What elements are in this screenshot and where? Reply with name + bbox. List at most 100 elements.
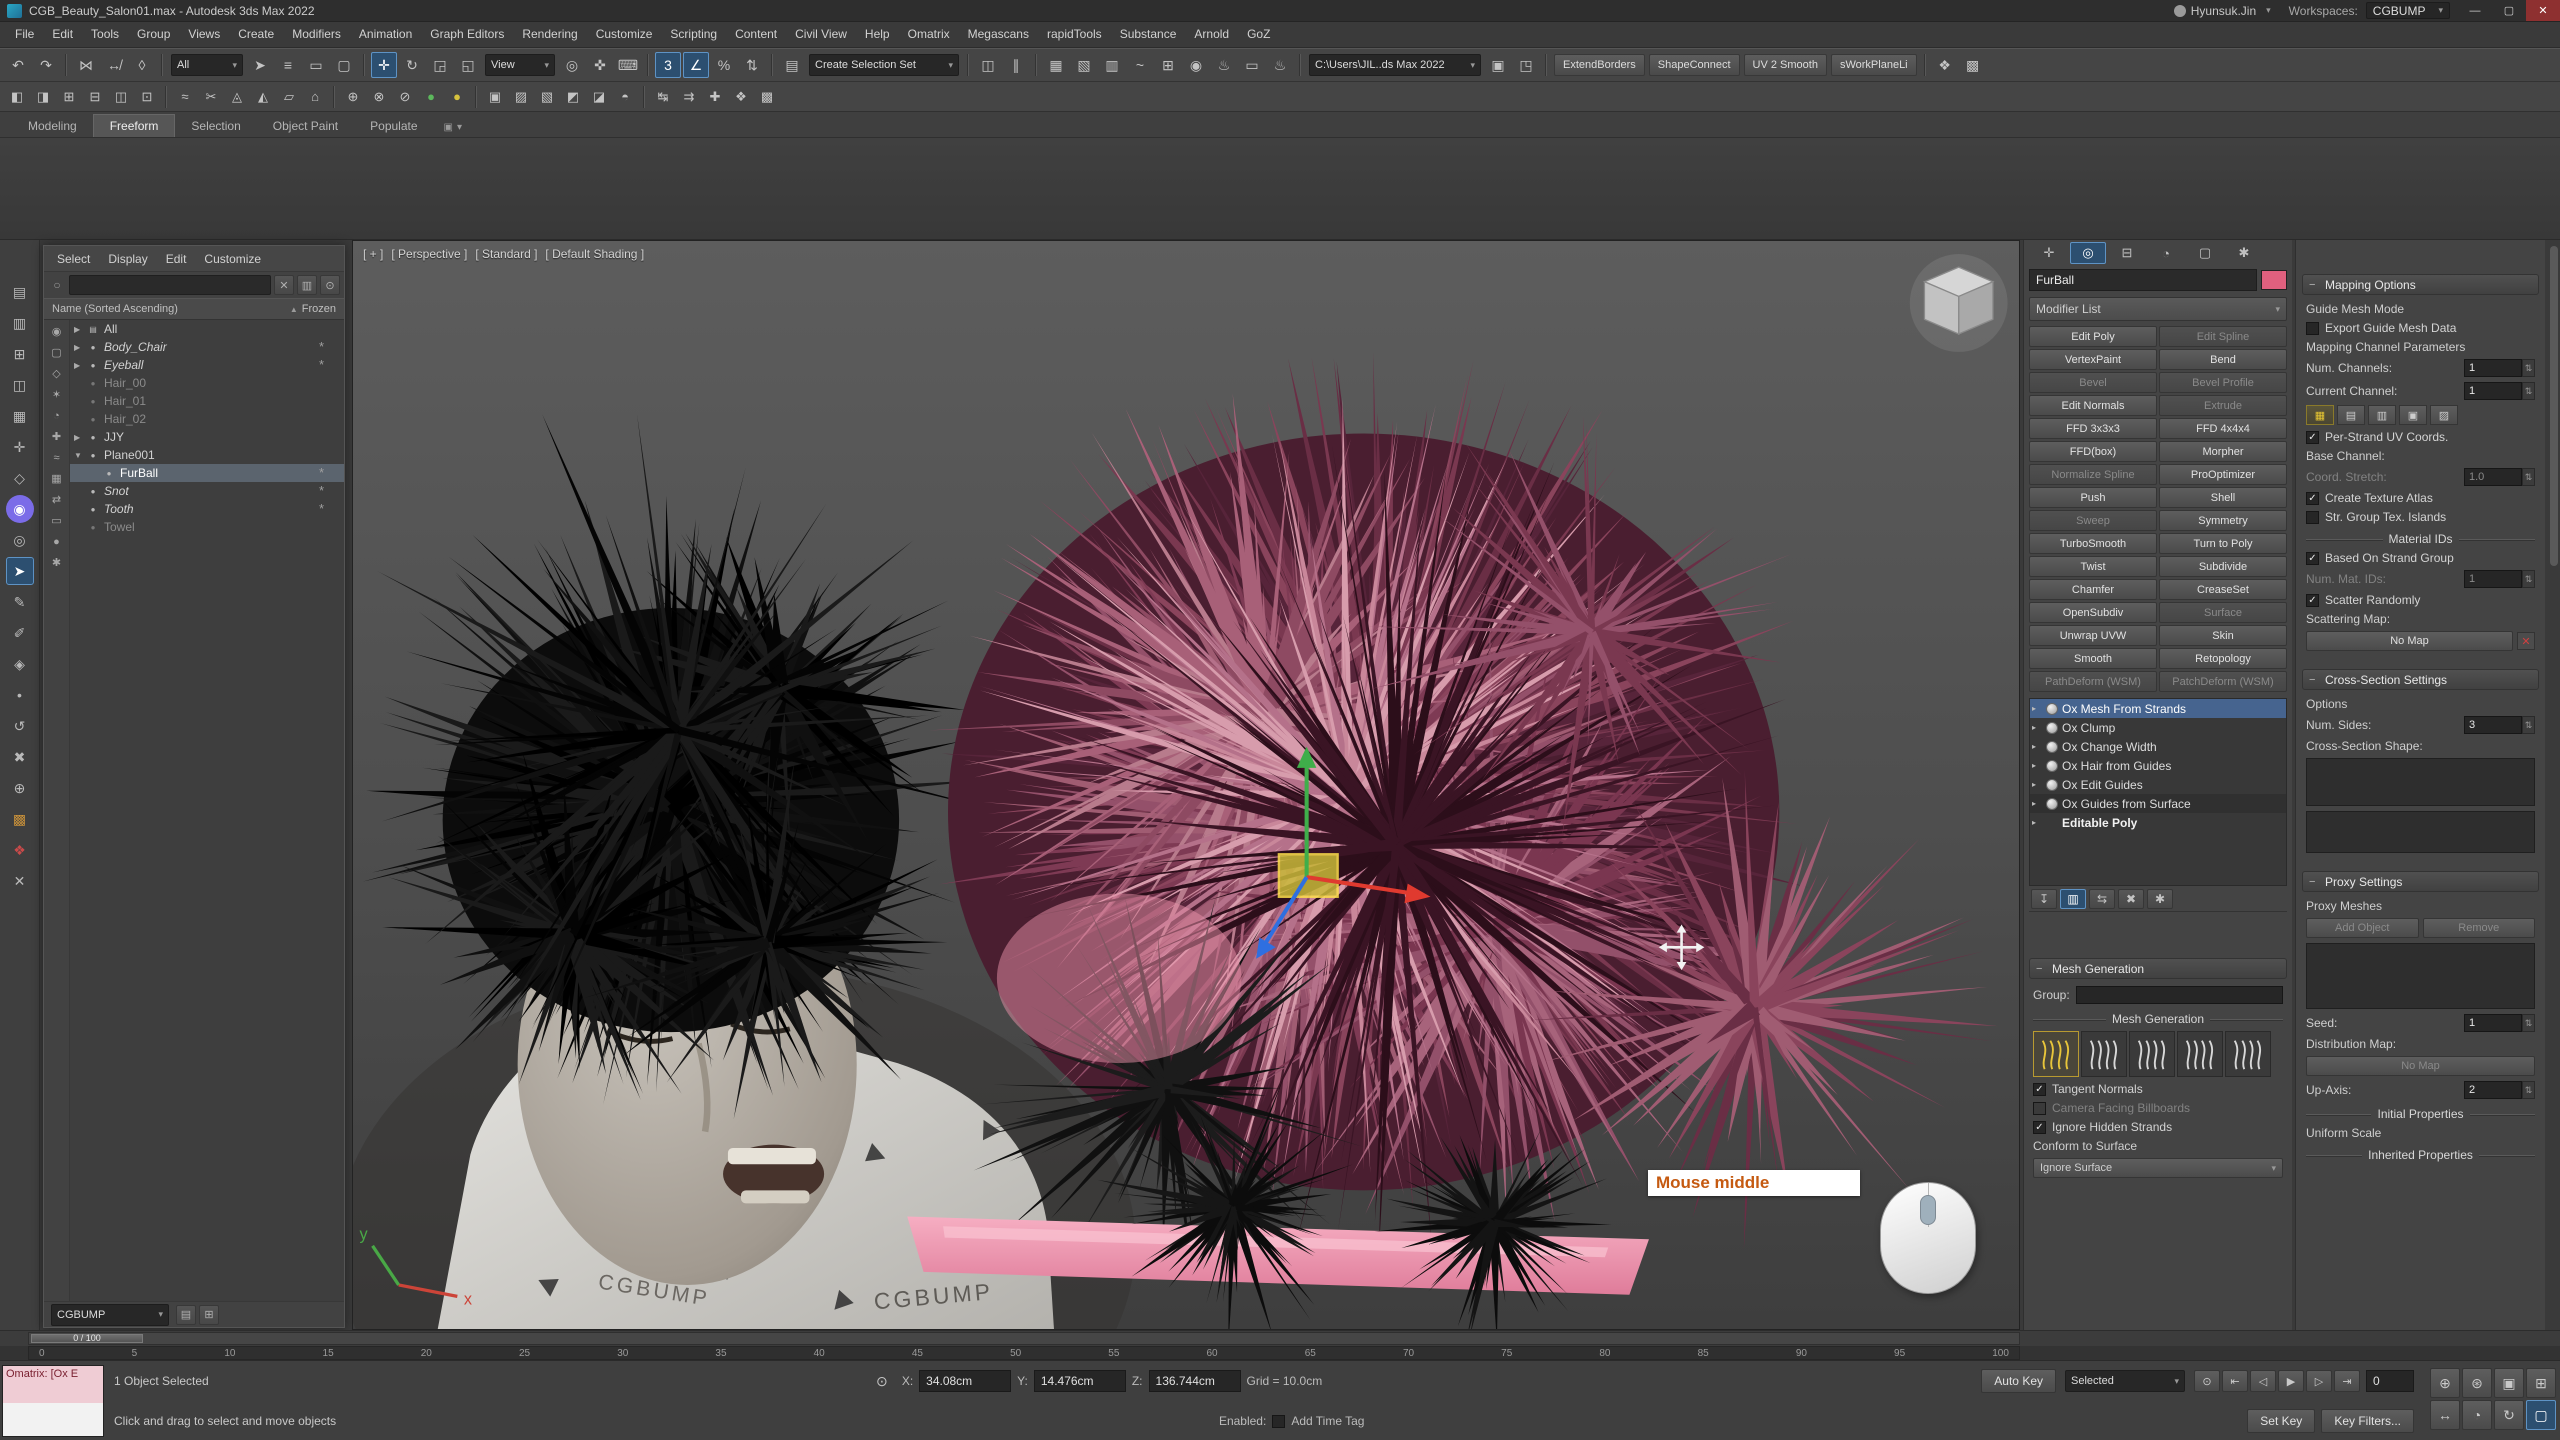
render-production-icon[interactable]: ♨: [1267, 52, 1293, 78]
explorer-row-all[interactable]: ▶▤All: [70, 320, 344, 338]
ribbon-tab-modeling[interactable]: Modeling: [12, 115, 93, 137]
modifier-button-subdivide[interactable]: Subdivide: [2159, 556, 2287, 577]
angle-snap-toggle-icon[interactable]: ∠: [683, 52, 709, 78]
spinner-arrows-icon[interactable]: ⇅: [2522, 1081, 2535, 1099]
boolean-subtract-icon[interactable]: ⊘: [393, 85, 417, 109]
rollout-header-proxy-settings[interactable]: −Proxy Settings: [2302, 871, 2539, 892]
modifier-stack-ox-clump[interactable]: ▸Ox Clump: [2030, 718, 2286, 737]
hierarchy-tab-icon[interactable]: ⊟: [2109, 242, 2145, 264]
modifier-button-edit-poly[interactable]: Edit Poly: [2029, 326, 2157, 347]
menu-rapidtools[interactable]: rapidTools: [1038, 22, 1111, 47]
scene-explorer-toggle-icon[interactable]: ▤: [6, 278, 34, 306]
close-toolbar-icon[interactable]: ✕: [6, 867, 34, 895]
list-box[interactable]: [2306, 758, 2535, 806]
menu-create[interactable]: Create: [229, 22, 283, 47]
clear-search-icon[interactable]: ✕: [274, 275, 294, 295]
viewport-menu-shading[interactable]: [ Default Shading ]: [545, 247, 644, 261]
object-name-field[interactable]: FurBall: [2029, 269, 2257, 291]
checkbox-based-on-strand-group[interactable]: ✓Based On Strand Group: [2306, 551, 2535, 565]
checkbox-ignore-hidden-strands[interactable]: ✓Ignore Hidden Strands: [2033, 1120, 2283, 1134]
ribbon-tab-freeform[interactable]: Freeform: [93, 114, 176, 137]
timeline-tick-95[interactable]: 95: [1894, 1348, 1905, 1359]
explorer-search-input[interactable]: [69, 275, 271, 295]
menu-content[interactable]: Content: [726, 22, 786, 47]
uv-channel-icon-1[interactable]: ▦: [2306, 405, 2334, 425]
shape-connect-button[interactable]: ShapeConnect: [1649, 54, 1740, 76]
time-slider-handle[interactable]: 0 / 100: [31, 1334, 143, 1343]
redo-icon[interactable]: ↷: [33, 52, 59, 78]
spinner-arrows-icon[interactable]: ⇅: [2522, 359, 2535, 377]
green-state-icon[interactable]: ●: [419, 85, 443, 109]
menu-tools[interactable]: Tools: [82, 22, 128, 47]
select-and-place-icon[interactable]: ◱: [455, 52, 481, 78]
expand-arrow-icon[interactable]: ▶: [74, 433, 86, 442]
display-bones-icon[interactable]: ✱: [47, 553, 67, 572]
modifier-button-edit-normals[interactable]: Edit Normals: [2029, 395, 2157, 416]
ribbon-tab-object-paint[interactable]: Object Paint: [257, 115, 354, 137]
pan-view-icon[interactable]: ↔: [2430, 1400, 2460, 1430]
checkbox-box-icon[interactable]: ✓: [2306, 431, 2319, 444]
frozen-column-header[interactable]: Frozen: [302, 303, 336, 315]
color-quad-icon[interactable]: ❖: [6, 836, 34, 864]
modifier-stack-ox-guides-from-surface[interactable]: ▸Ox Guides from Surface: [2030, 794, 2286, 813]
explorer-row-towel[interactable]: ●Towel: [70, 518, 344, 536]
explorer-row-hair-00[interactable]: ●Hair_00: [70, 374, 344, 392]
key-mode-toggle-icon[interactable]: ⊙: [2194, 1370, 2220, 1392]
timeline-tick-100[interactable]: 100: [1992, 1348, 2009, 1359]
rollout-header-cross-section-settings[interactable]: −Cross-Section Settings: [2302, 669, 2539, 690]
layer-explorer-toggle-icon[interactable]: ▥: [6, 309, 34, 337]
graphite-ribbon-toggle-icon[interactable]: ▥: [1099, 52, 1125, 78]
mesh-preset-guides-icon[interactable]: [2081, 1031, 2127, 1077]
modifier-stack-editable-poly[interactable]: ▸Editable Poly: [2030, 813, 2286, 832]
motion-tab-icon[interactable]: ◔: [2148, 242, 2184, 264]
modifier-button-chamfer[interactable]: Chamfer: [2029, 579, 2157, 600]
extend-borders-button[interactable]: ExtendBorders: [1554, 54, 1645, 76]
footer-list-icon[interactable]: ▤: [176, 1305, 196, 1325]
gradient-pattern-icon[interactable]: ▧: [535, 85, 559, 109]
named-selection-sets-dropdown[interactable]: Create Selection Set▾: [809, 54, 959, 76]
timeline-tick-60[interactable]: 60: [1207, 1348, 1218, 1359]
display-groups-icon[interactable]: ▦: [47, 469, 67, 488]
modifier-button-symmetry[interactable]: Symmetry: [2159, 510, 2287, 531]
listener-input[interactable]: [3, 1403, 103, 1436]
collapse-stack-icon[interactable]: ⊟: [83, 85, 107, 109]
scatter-icon[interactable]: ❖: [729, 85, 753, 109]
modifier-button-ffd-4x4x4[interactable]: FFD 4x4x4: [2159, 418, 2287, 439]
scrollbar-thumb[interactable]: [2550, 246, 2558, 566]
explorer-row-eyeball[interactable]: ▶●Eyeball*: [70, 356, 344, 374]
uv-channel-icon-3[interactable]: ▥: [2368, 405, 2396, 425]
explorer-row-plane001[interactable]: ▼●Plane001: [70, 446, 344, 464]
perspective-viewport[interactable]: CGBUMP CGBUMP CGBUMP: [352, 240, 2020, 1330]
use-pivot-point-center-icon[interactable]: ◎: [559, 52, 585, 78]
key-scope-dropdown[interactable]: Selected ▾: [2065, 1370, 2185, 1392]
uvw-editor-icon[interactable]: ▣: [483, 85, 507, 109]
display-cameras-icon[interactable]: ◔: [47, 406, 67, 425]
selection-filter-dropdown[interactable]: All▾: [171, 54, 243, 76]
section-shape-icon[interactable]: ◧: [5, 85, 29, 109]
ornatrix-logo-icon[interactable]: ◉: [6, 495, 34, 523]
set-key-button[interactable]: Set Key: [2247, 1409, 2315, 1433]
timeline-tick-10[interactable]: 10: [224, 1348, 235, 1359]
checkbox-box-icon[interactable]: ✓: [2306, 492, 2319, 505]
checkbox-box-icon[interactable]: [2306, 511, 2319, 524]
menu-arnold[interactable]: Arnold: [1185, 22, 1238, 47]
visibility-bulb-icon[interactable]: [2046, 703, 2058, 715]
undo-brush-icon[interactable]: ↺: [6, 712, 34, 740]
checker-pattern-icon[interactable]: ▨: [509, 85, 533, 109]
visibility-bulb-icon[interactable]: [2046, 722, 2058, 734]
expand-arrow-icon[interactable]: ▶: [74, 325, 86, 334]
spinner-arrows-icon[interactable]: ⇅: [2522, 716, 2535, 734]
view-cube[interactable]: [1910, 254, 2008, 352]
explorer-row-snot[interactable]: ●Snot*: [70, 482, 344, 500]
checkbox-per-strand-uv-coords[interactable]: ✓Per-Strand UV Coords.: [2306, 430, 2535, 444]
zoom-extents-all-icon[interactable]: ⊞: [2526, 1368, 2556, 1398]
explorer-menu-edit[interactable]: Edit: [157, 252, 196, 266]
grid-object-icon[interactable]: ⊞: [57, 85, 81, 109]
spinner-snap-toggle-icon[interactable]: ⇅: [739, 52, 765, 78]
display-all-icon[interactable]: ◉: [47, 322, 67, 341]
spinner-value[interactable]: 1: [2464, 359, 2522, 377]
modifier-stack-ox-change-width[interactable]: ▸Ox Change Width: [2030, 737, 2286, 756]
select-and-rotate-icon[interactable]: ↻: [399, 52, 425, 78]
close-button[interactable]: ✕: [2526, 0, 2560, 21]
visibility-bulb-icon[interactable]: [2046, 779, 2058, 791]
